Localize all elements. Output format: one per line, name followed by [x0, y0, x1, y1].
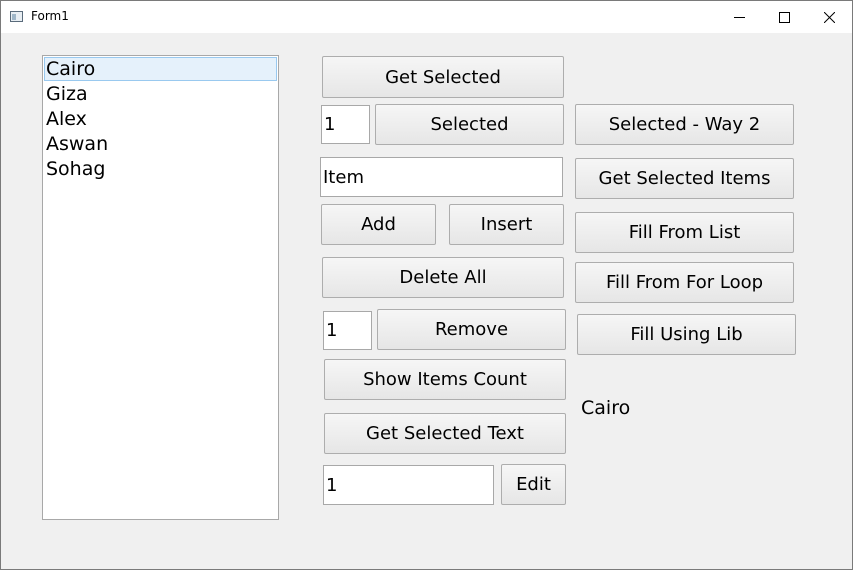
show-items-count-button[interactable]: Show Items Count	[324, 359, 566, 400]
get-selected-text-button[interactable]: Get Selected Text	[324, 413, 566, 454]
selected-button[interactable]: Selected	[375, 104, 564, 145]
list-item[interactable]: Aswan	[44, 132, 277, 156]
remove-button[interactable]: Remove	[377, 309, 566, 350]
delete-all-button[interactable]: Delete All	[322, 257, 564, 298]
selected-index-input[interactable]: 1	[321, 105, 370, 144]
fill-from-for-loop-button[interactable]: Fill From For Loop	[575, 262, 794, 303]
insert-button[interactable]: Insert	[449, 204, 564, 245]
close-icon	[824, 12, 835, 23]
get-selected-items-button[interactable]: Get Selected Items	[575, 158, 794, 199]
window-title: Form1	[31, 9, 69, 23]
edit-index-input[interactable]: 1	[323, 465, 494, 505]
fill-using-lib-button[interactable]: Fill Using Lib	[577, 314, 796, 355]
selected-way2-button[interactable]: Selected - Way 2	[575, 104, 794, 145]
title-bar[interactable]: Form1	[1, 1, 852, 33]
maximize-button[interactable]	[761, 1, 807, 33]
result-label: Cairo	[581, 397, 631, 419]
item-input[interactable]: Item	[320, 157, 563, 197]
remove-index-input[interactable]: 1	[323, 311, 372, 350]
edit-button[interactable]: Edit	[501, 464, 566, 505]
list-item[interactable]: Sohag	[44, 157, 277, 181]
cities-listbox[interactable]: Cairo Giza Alex Aswan Sohag	[42, 55, 279, 520]
form-window: Form1 Cairo Giza Alex Aswan Sohag Get Se…	[0, 0, 853, 570]
get-selected-button[interactable]: Get Selected	[322, 56, 564, 98]
form-app-icon	[10, 11, 23, 22]
list-item[interactable]: Alex	[44, 107, 277, 131]
minimize-icon	[734, 17, 745, 18]
minimize-button[interactable]	[716, 1, 762, 33]
list-item[interactable]: Giza	[44, 82, 277, 106]
fill-from-list-button[interactable]: Fill From List	[575, 212, 794, 253]
close-button[interactable]	[806, 1, 852, 33]
maximize-icon	[779, 12, 790, 23]
list-item[interactable]: Cairo	[44, 57, 277, 81]
add-button[interactable]: Add	[321, 204, 436, 245]
